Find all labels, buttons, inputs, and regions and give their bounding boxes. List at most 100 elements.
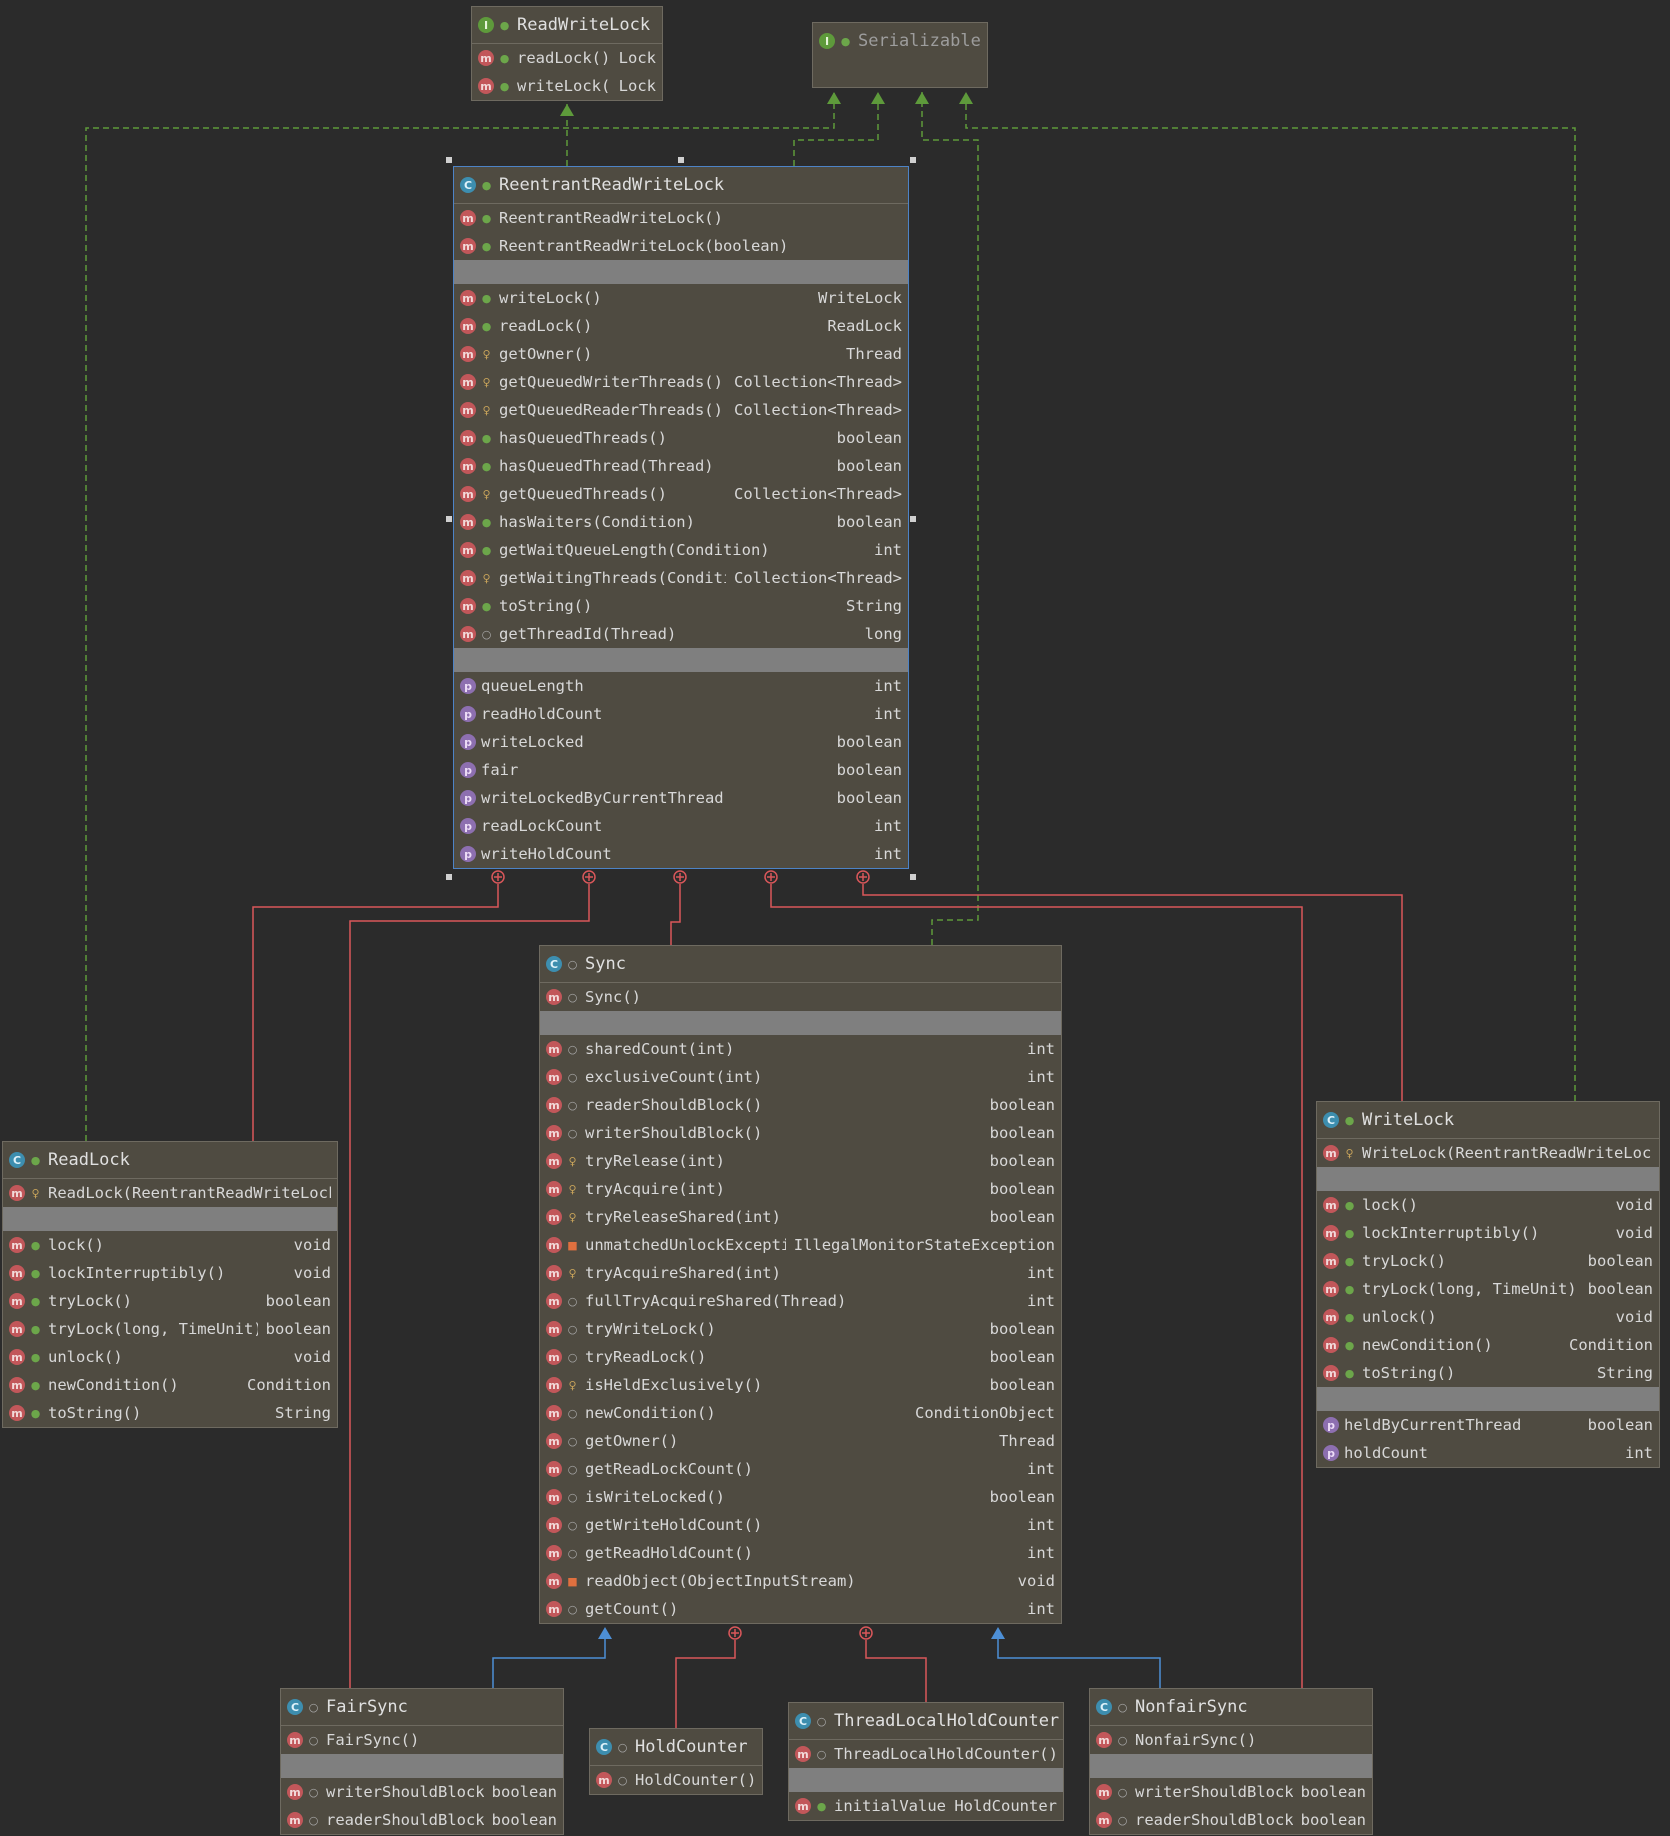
inheritance-edge[interactable] bbox=[492, 1637, 606, 1688]
method-row[interactable]: m ○ newCondition() ConditionObject bbox=[540, 1399, 1061, 1427]
method-row[interactable]: m ● hasWaiters(Condition) boolean bbox=[454, 508, 908, 536]
method-row[interactable]: m ○ isWriteLocked() boolean bbox=[540, 1483, 1061, 1511]
method-row[interactable]: m ○ writerShouldBlock() boolean bbox=[540, 1119, 1061, 1147]
method-row[interactable]: m ● tryLock(long, TimeUnit) boolean bbox=[1317, 1275, 1659, 1303]
method-row[interactable]: m ● hasQueuedThreads() boolean bbox=[454, 424, 908, 452]
method-row[interactable]: m ● tryLock() boolean bbox=[3, 1287, 337, 1315]
node-sync[interactable]: C ○ Sync m ○ Sync() m ○ sharedCount(int) int m… bbox=[539, 945, 1062, 1624]
method-row[interactable]: m ● getWaitQueueLength(Condition) int bbox=[454, 536, 908, 564]
method-row[interactable]: m ♀ tryReleaseShared(int) boolean bbox=[540, 1203, 1061, 1231]
method-row[interactable]: m ● lockInterruptibly() void bbox=[1317, 1219, 1659, 1247]
method-row[interactable]: m ● newCondition() Condition bbox=[3, 1371, 337, 1399]
property-row[interactable]: p fair boolean bbox=[454, 756, 908, 784]
property-row[interactable]: p writeHoldCount int bbox=[454, 840, 908, 868]
selection-handle[interactable] bbox=[446, 157, 452, 163]
constructor-row[interactable]: m ○ HoldCounter() bbox=[590, 1766, 762, 1794]
method-row[interactable]: m ■ readObject(ObjectInputStream) void bbox=[540, 1567, 1061, 1595]
method-row[interactable]: m ○ readerShouldBlock() boolean bbox=[281, 1806, 563, 1834]
method-row[interactable]: m ♀ getWaitingThreads(Condition) Collection… bbox=[454, 564, 908, 592]
selection-handle[interactable] bbox=[446, 874, 452, 880]
inner-class-edge[interactable] bbox=[670, 884, 681, 945]
constructor-row[interactable]: m ○ NonfairSync() bbox=[1090, 1726, 1372, 1754]
node-threadlocalholdcounter[interactable]: C ○ ThreadLocalHoldCounter m ○ ThreadLocal… bbox=[788, 1702, 1064, 1821]
constructor-row[interactable]: m ○ ThreadLocalHoldCounter() bbox=[789, 1740, 1063, 1768]
method-row[interactable]: m ● tryLock() boolean bbox=[1317, 1247, 1659, 1275]
method-row[interactable]: m ○ getWriteHoldCount() int bbox=[540, 1511, 1061, 1539]
method-row[interactable]: m ● lockInterruptibly() void bbox=[3, 1259, 337, 1287]
method-row[interactable]: m ● lock() void bbox=[3, 1231, 337, 1259]
node-readlock[interactable]: C ● ReadLock m ♀ ReadLock(ReentrantReadWri… bbox=[2, 1141, 338, 1428]
method-row[interactable]: m ♀ tryAcquireShared(int) int bbox=[540, 1259, 1061, 1287]
constructor-row[interactable]: m ♀ WriteLock(ReentrantReadWriteLock) bbox=[1317, 1139, 1659, 1167]
node-nonfairsync[interactable]: C ○ NonfairSync m ○ NonfairSync() m ○ writer… bbox=[1089, 1688, 1373, 1835]
selection-handle[interactable] bbox=[910, 516, 916, 522]
method-row[interactable]: m ♀ isHeldExclusively() boolean bbox=[540, 1371, 1061, 1399]
constructor-row[interactable]: m ○ FairSync() bbox=[281, 1726, 563, 1754]
method-row[interactable]: m ○ exclusiveCount(int) int bbox=[540, 1063, 1061, 1091]
public-icon: ● bbox=[481, 599, 492, 613]
method-row[interactable]: m ○ getReadLockCount() int bbox=[540, 1455, 1061, 1483]
method-row[interactable]: m ● unlock() void bbox=[1317, 1303, 1659, 1331]
inner-class-edge[interactable] bbox=[252, 884, 499, 1141]
property-row[interactable]: p queueLength int bbox=[454, 672, 908, 700]
method-row[interactable]: m ○ getOwner() Thread bbox=[540, 1427, 1061, 1455]
method-row[interactable]: m ♀ tryAcquire(int) boolean bbox=[540, 1175, 1061, 1203]
method-row[interactable]: m ○ fullTryAcquireShared(Thread) int bbox=[540, 1287, 1061, 1315]
property-row[interactable]: p writeLockedByCurrentThread boolean bbox=[454, 784, 908, 812]
method-row[interactable]: m ○ getCount() int bbox=[540, 1595, 1061, 1623]
method-row[interactable]: m ○ getReadHoldCount() int bbox=[540, 1539, 1061, 1567]
method-row[interactable]: m ● toString() String bbox=[454, 592, 908, 620]
method-row[interactable]: m ○ tryWriteLock() boolean bbox=[540, 1315, 1061, 1343]
inner-class-edge[interactable] bbox=[865, 1640, 927, 1702]
constructor-row[interactable]: m ● ReentrantReadWriteLock() bbox=[454, 204, 908, 232]
node-readwritelock[interactable]: I ● ReadWriteLock m ● readLock() Lock m ● writ… bbox=[471, 6, 663, 101]
method-row[interactable]: m ○ writerShouldBlock() boolean bbox=[1090, 1778, 1372, 1806]
method-row[interactable]: m ● writeLock() WriteLock bbox=[454, 284, 908, 312]
method-row[interactable]: m ♀ getOwner() Thread bbox=[454, 340, 908, 368]
node-reentrantreadwritelock[interactable]: C ● ReentrantReadWriteLock m ● ReentrantRe… bbox=[453, 166, 909, 869]
method-row[interactable]: m ● newCondition() Condition bbox=[1317, 1331, 1659, 1359]
method-row[interactable]: m ♀ tryRelease(int) boolean bbox=[540, 1147, 1061, 1175]
method-row[interactable]: m ● initialValue() HoldCounter bbox=[789, 1792, 1063, 1820]
constructor-row[interactable]: m ● ReentrantReadWriteLock(boolean) bbox=[454, 232, 908, 260]
node-writelock[interactable]: C ● WriteLock m ♀ WriteLock(ReentrantReadW… bbox=[1316, 1101, 1660, 1468]
method-row[interactable]: m ♀ getQueuedThreads() Collection<Thread> bbox=[454, 480, 908, 508]
inheritance-edge[interactable] bbox=[997, 1637, 1161, 1688]
method-row[interactable]: m ○ tryReadLock() boolean bbox=[540, 1343, 1061, 1371]
selection-handle[interactable] bbox=[446, 516, 452, 522]
method-row[interactable]: m ● toString() String bbox=[3, 1399, 337, 1427]
property-row[interactable]: p readLockCount int bbox=[454, 812, 908, 840]
method-row[interactable]: m ● writeLock() Lock bbox=[472, 72, 662, 100]
method-row[interactable]: m ○ getThreadId(Thread) long bbox=[454, 620, 908, 648]
property-row[interactable]: p writeLocked boolean bbox=[454, 728, 908, 756]
selection-handle[interactable] bbox=[910, 874, 916, 880]
node-holdcounter[interactable]: C ○ HoldCounter m ○ HoldCounter() bbox=[589, 1728, 763, 1795]
method-row[interactable]: m ● unlock() void bbox=[3, 1343, 337, 1371]
method-row[interactable]: m ○ readerShouldBlock() boolean bbox=[540, 1091, 1061, 1119]
method-row[interactable]: m ● tryLock(long, TimeUnit) boolean bbox=[3, 1315, 337, 1343]
method-row[interactable]: m ○ sharedCount(int) int bbox=[540, 1035, 1061, 1063]
method-row[interactable]: m ♀ getQueuedReaderThreads() Collection<Thr… bbox=[454, 396, 908, 424]
method-row[interactable]: m ● hasQueuedThread(Thread) boolean bbox=[454, 452, 908, 480]
method-row[interactable]: m ○ writerShouldBlock() boolean bbox=[281, 1778, 563, 1806]
method-row[interactable]: m ○ readerShouldBlock() boolean bbox=[1090, 1806, 1372, 1834]
node-fairsync[interactable]: C ○ FairSync m ○ FairSync() m ○ writerShould… bbox=[280, 1688, 564, 1835]
method-row[interactable]: m ● toString() String bbox=[1317, 1359, 1659, 1387]
method-row[interactable]: m ● lock() void bbox=[1317, 1191, 1659, 1219]
method-row[interactable]: m ● readLock() Lock bbox=[472, 44, 662, 72]
member-name: tryReadLock() bbox=[585, 1348, 707, 1366]
constructor-row[interactable]: m ♀ ReadLock(ReentrantReadWriteLock) bbox=[3, 1179, 337, 1207]
method-row[interactable]: m ♀ getQueuedWriterThreads() Collection<Thr… bbox=[454, 368, 908, 396]
inner-class-edge[interactable] bbox=[675, 1640, 736, 1728]
selection-handle[interactable] bbox=[678, 157, 684, 163]
realization-edge[interactable] bbox=[921, 92, 979, 945]
selection-handle[interactable] bbox=[910, 157, 916, 163]
property-row[interactable]: p readHoldCount int bbox=[454, 700, 908, 728]
method-row[interactable]: m ■ unmatchedUnlockException() IllegalMonit… bbox=[540, 1231, 1061, 1259]
node-serializable[interactable]: I ● Serializable bbox=[812, 22, 988, 88]
constructor-row[interactable]: m ○ Sync() bbox=[540, 983, 1061, 1011]
property-row[interactable]: p holdCount int bbox=[1317, 1439, 1659, 1467]
method-row[interactable]: m ● readLock() ReadLock bbox=[454, 312, 908, 340]
property-row[interactable]: p heldByCurrentThread boolean bbox=[1317, 1411, 1659, 1439]
node-header: C ● ReadLock bbox=[3, 1142, 337, 1179]
